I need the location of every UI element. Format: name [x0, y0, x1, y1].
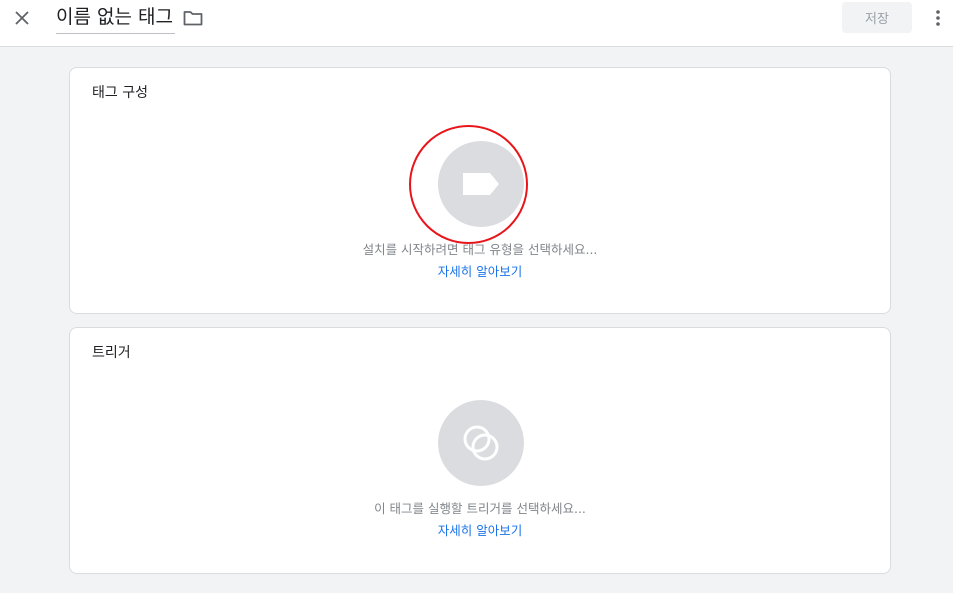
folder-icon	[183, 11, 203, 26]
tag-name-title[interactable]: 이름 없는 태그	[56, 4, 173, 30]
choose-tag-type-button[interactable]	[438, 141, 524, 227]
tag-name-field[interactable]: 이름 없는 태그	[56, 4, 175, 34]
save-button[interactable]: 저장	[842, 2, 912, 33]
tag-type-hint: 설치를 시작하려면 태그 유형을 선택하세요...	[362, 242, 598, 257]
folder-button[interactable]	[182, 8, 204, 28]
tag-learn-more-row: 자세히 알아보기	[70, 264, 890, 280]
tag-configuration-title: 태그 구성	[92, 85, 148, 101]
trigger-circles-icon	[463, 425, 499, 461]
trigger-learn-more-link[interactable]: 자세히 알아보기	[438, 523, 522, 538]
close-button[interactable]	[10, 6, 34, 30]
more-vert-icon	[936, 10, 940, 26]
trigger-hint: 이 태그를 실행할 트리거를 선택하세요...	[374, 501, 586, 516]
choose-trigger-button[interactable]	[438, 400, 524, 486]
trigger-learn-more-row: 자세히 알아보기	[70, 523, 890, 539]
top-bar: 이름 없는 태그 저장	[0, 0, 953, 47]
tag-configuration-card[interactable]: 태그 구성 설치를 시작하려면 태그 유형을 선택하세요... 자세히 알아보기	[69, 67, 891, 314]
tag-learn-more-link[interactable]: 자세히 알아보기	[438, 264, 522, 279]
triggering-title: 트리거	[92, 345, 131, 361]
tag-icon	[463, 173, 499, 195]
triggering-card[interactable]: 트리거 이 태그를 실행할 트리거를 선택하세요... 자세히 알아보기	[69, 327, 891, 574]
more-options-button[interactable]	[926, 6, 950, 30]
close-icon	[15, 11, 29, 25]
